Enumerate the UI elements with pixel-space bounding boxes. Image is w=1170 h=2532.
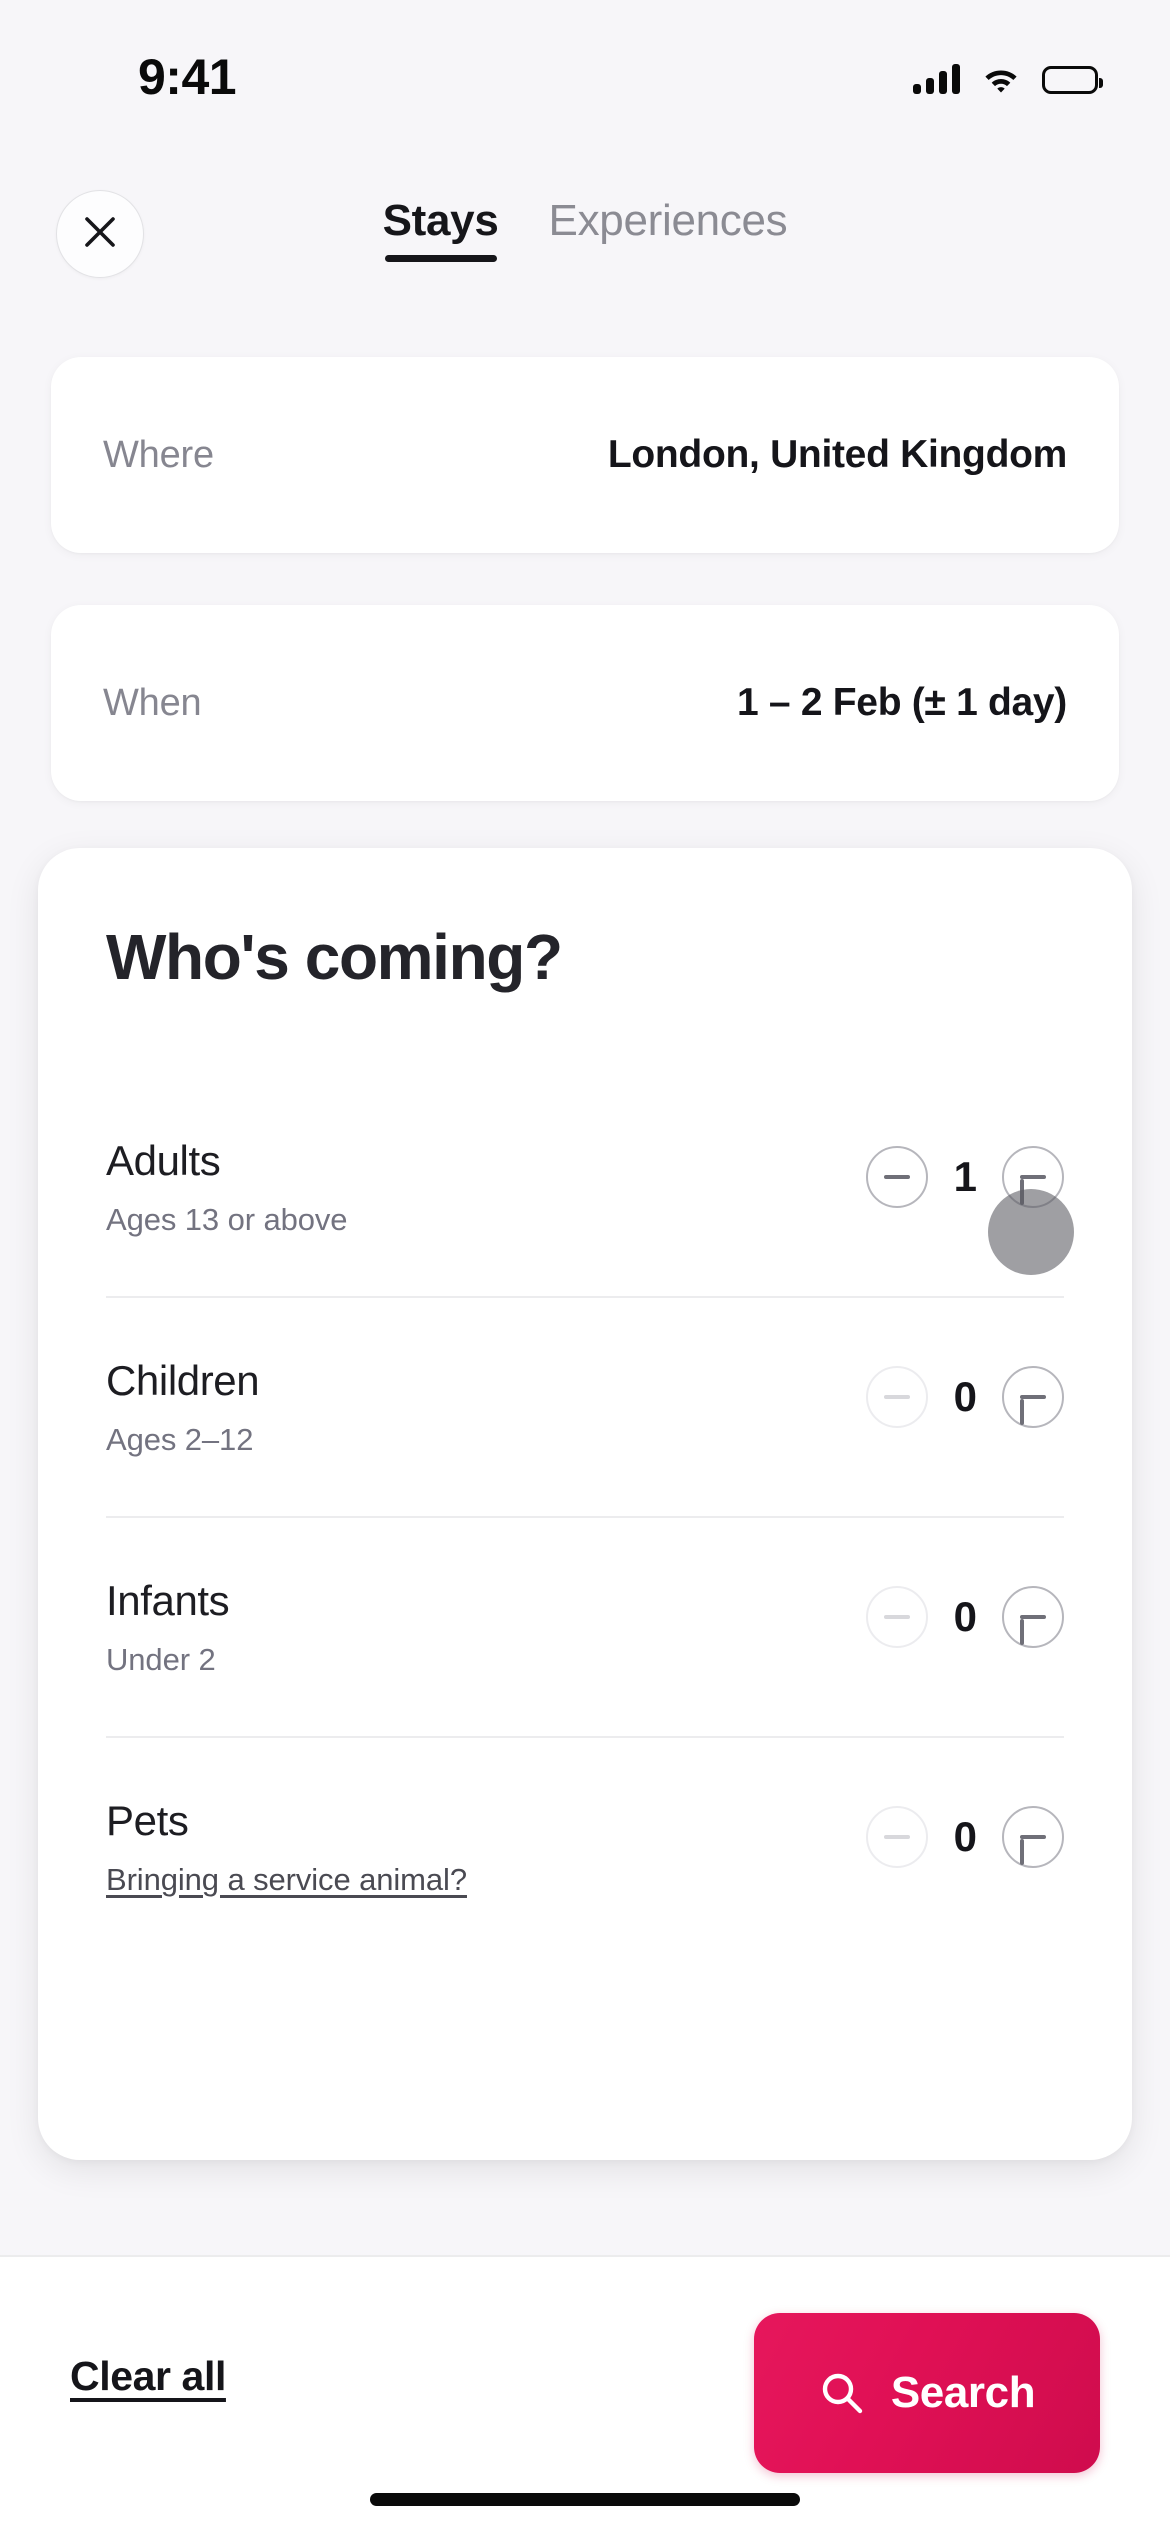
clear-all-button[interactable]: Clear all	[70, 2353, 226, 2400]
adults-count: 1	[953, 1153, 977, 1200]
infants-decrement-button[interactable]	[866, 1586, 928, 1648]
guest-row-pets-texts: Pets Bringing a service animal?	[106, 1800, 467, 1898]
infants-stepper: 0	[866, 1586, 1064, 1648]
guest-row-children-name: Children	[106, 1357, 260, 1404]
children-stepper: 0	[866, 1366, 1064, 1428]
adults-decrement-button[interactable]	[866, 1146, 928, 1208]
minus-icon	[884, 1615, 910, 1619]
wifi-icon	[982, 64, 1020, 94]
search-tabs: Stays Experiences	[0, 196, 1170, 268]
infants-count: 0	[953, 1593, 977, 1640]
guest-row-adults-subtitle: Ages 13 or above	[106, 1202, 348, 1237]
pets-increment-button[interactable]	[1002, 1806, 1064, 1868]
tab-stays-label: Stays	[382, 196, 499, 245]
when-label: When	[103, 681, 202, 724]
plus-icon	[1020, 1395, 1046, 1425]
plus-icon	[1020, 1615, 1046, 1645]
row-divider	[106, 1516, 1064, 1518]
phone-screen: 9:41 Stays Experiences Where London, Uni…	[0, 0, 1170, 2532]
pets-stepper: 0	[866, 1806, 1064, 1868]
guest-row-children-texts: Children Ages 2–12	[106, 1357, 260, 1458]
tab-active-underline	[384, 255, 497, 262]
pets-count: 0	[953, 1813, 977, 1860]
adults-increment-button[interactable]	[1002, 1146, 1064, 1208]
minus-icon	[884, 1395, 910, 1399]
battery-full-icon	[1042, 66, 1103, 94]
guest-row-infants-texts: Infants Under 2	[106, 1577, 230, 1678]
where-value: London, United Kingdom	[607, 433, 1067, 476]
search-button[interactable]: Search	[754, 2313, 1100, 2473]
children-increment-button[interactable]	[1002, 1366, 1064, 1428]
tab-experiences[interactable]: Experiences	[549, 196, 788, 268]
tab-experiences-label: Experiences	[548, 196, 788, 245]
status-bar: 9:41	[0, 0, 1170, 140]
when-field-card[interactable]: When 1 – 2 Feb (± 1 day)	[51, 605, 1119, 801]
guest-row-children-subtitle: Ages 2–12	[106, 1422, 254, 1457]
infants-increment-button[interactable]	[1002, 1586, 1064, 1648]
pets-decrement-button[interactable]	[866, 1806, 928, 1868]
where-label: Where	[103, 433, 214, 476]
guest-row-infants-name: Infants	[106, 1577, 230, 1624]
service-animal-link[interactable]: Bringing a service animal?	[106, 1862, 467, 1898]
row-divider	[106, 1736, 1064, 1738]
status-bar-icons	[913, 54, 1103, 94]
plus-icon	[1020, 1175, 1046, 1205]
row-divider	[106, 1296, 1064, 1298]
where-field-card[interactable]: Where London, United Kingdom	[51, 357, 1119, 553]
guests-panel	[38, 848, 1132, 2160]
search-icon	[819, 2370, 865, 2416]
plus-icon	[1020, 1835, 1046, 1865]
search-header: Stays Experiences	[0, 190, 1170, 310]
bottom-action-bar: Clear all Search	[0, 2255, 1170, 2532]
minus-icon	[884, 1175, 910, 1179]
tab-stays[interactable]: Stays	[383, 196, 499, 268]
search-button-label: Search	[890, 2368, 1036, 2417]
minus-icon	[884, 1835, 910, 1839]
when-value: 1 – 2 Feb (± 1 day)	[737, 681, 1067, 724]
children-count: 0	[953, 1373, 977, 1420]
children-decrement-button[interactable]	[866, 1366, 928, 1428]
cellular-bars-icon	[913, 64, 960, 94]
guest-row-pets-name: Pets	[106, 1797, 189, 1844]
home-indicator[interactable]	[370, 2493, 800, 2506]
page-title: Who's coming?	[106, 921, 563, 993]
status-bar-time: 9:41	[138, 49, 237, 105]
guest-row-adults-texts: Adults Ages 13 or above	[106, 1137, 348, 1238]
adults-stepper: 1	[866, 1146, 1064, 1208]
guest-row-adults-name: Adults	[106, 1137, 221, 1184]
guest-row-infants-subtitle: Under 2	[106, 1642, 216, 1677]
